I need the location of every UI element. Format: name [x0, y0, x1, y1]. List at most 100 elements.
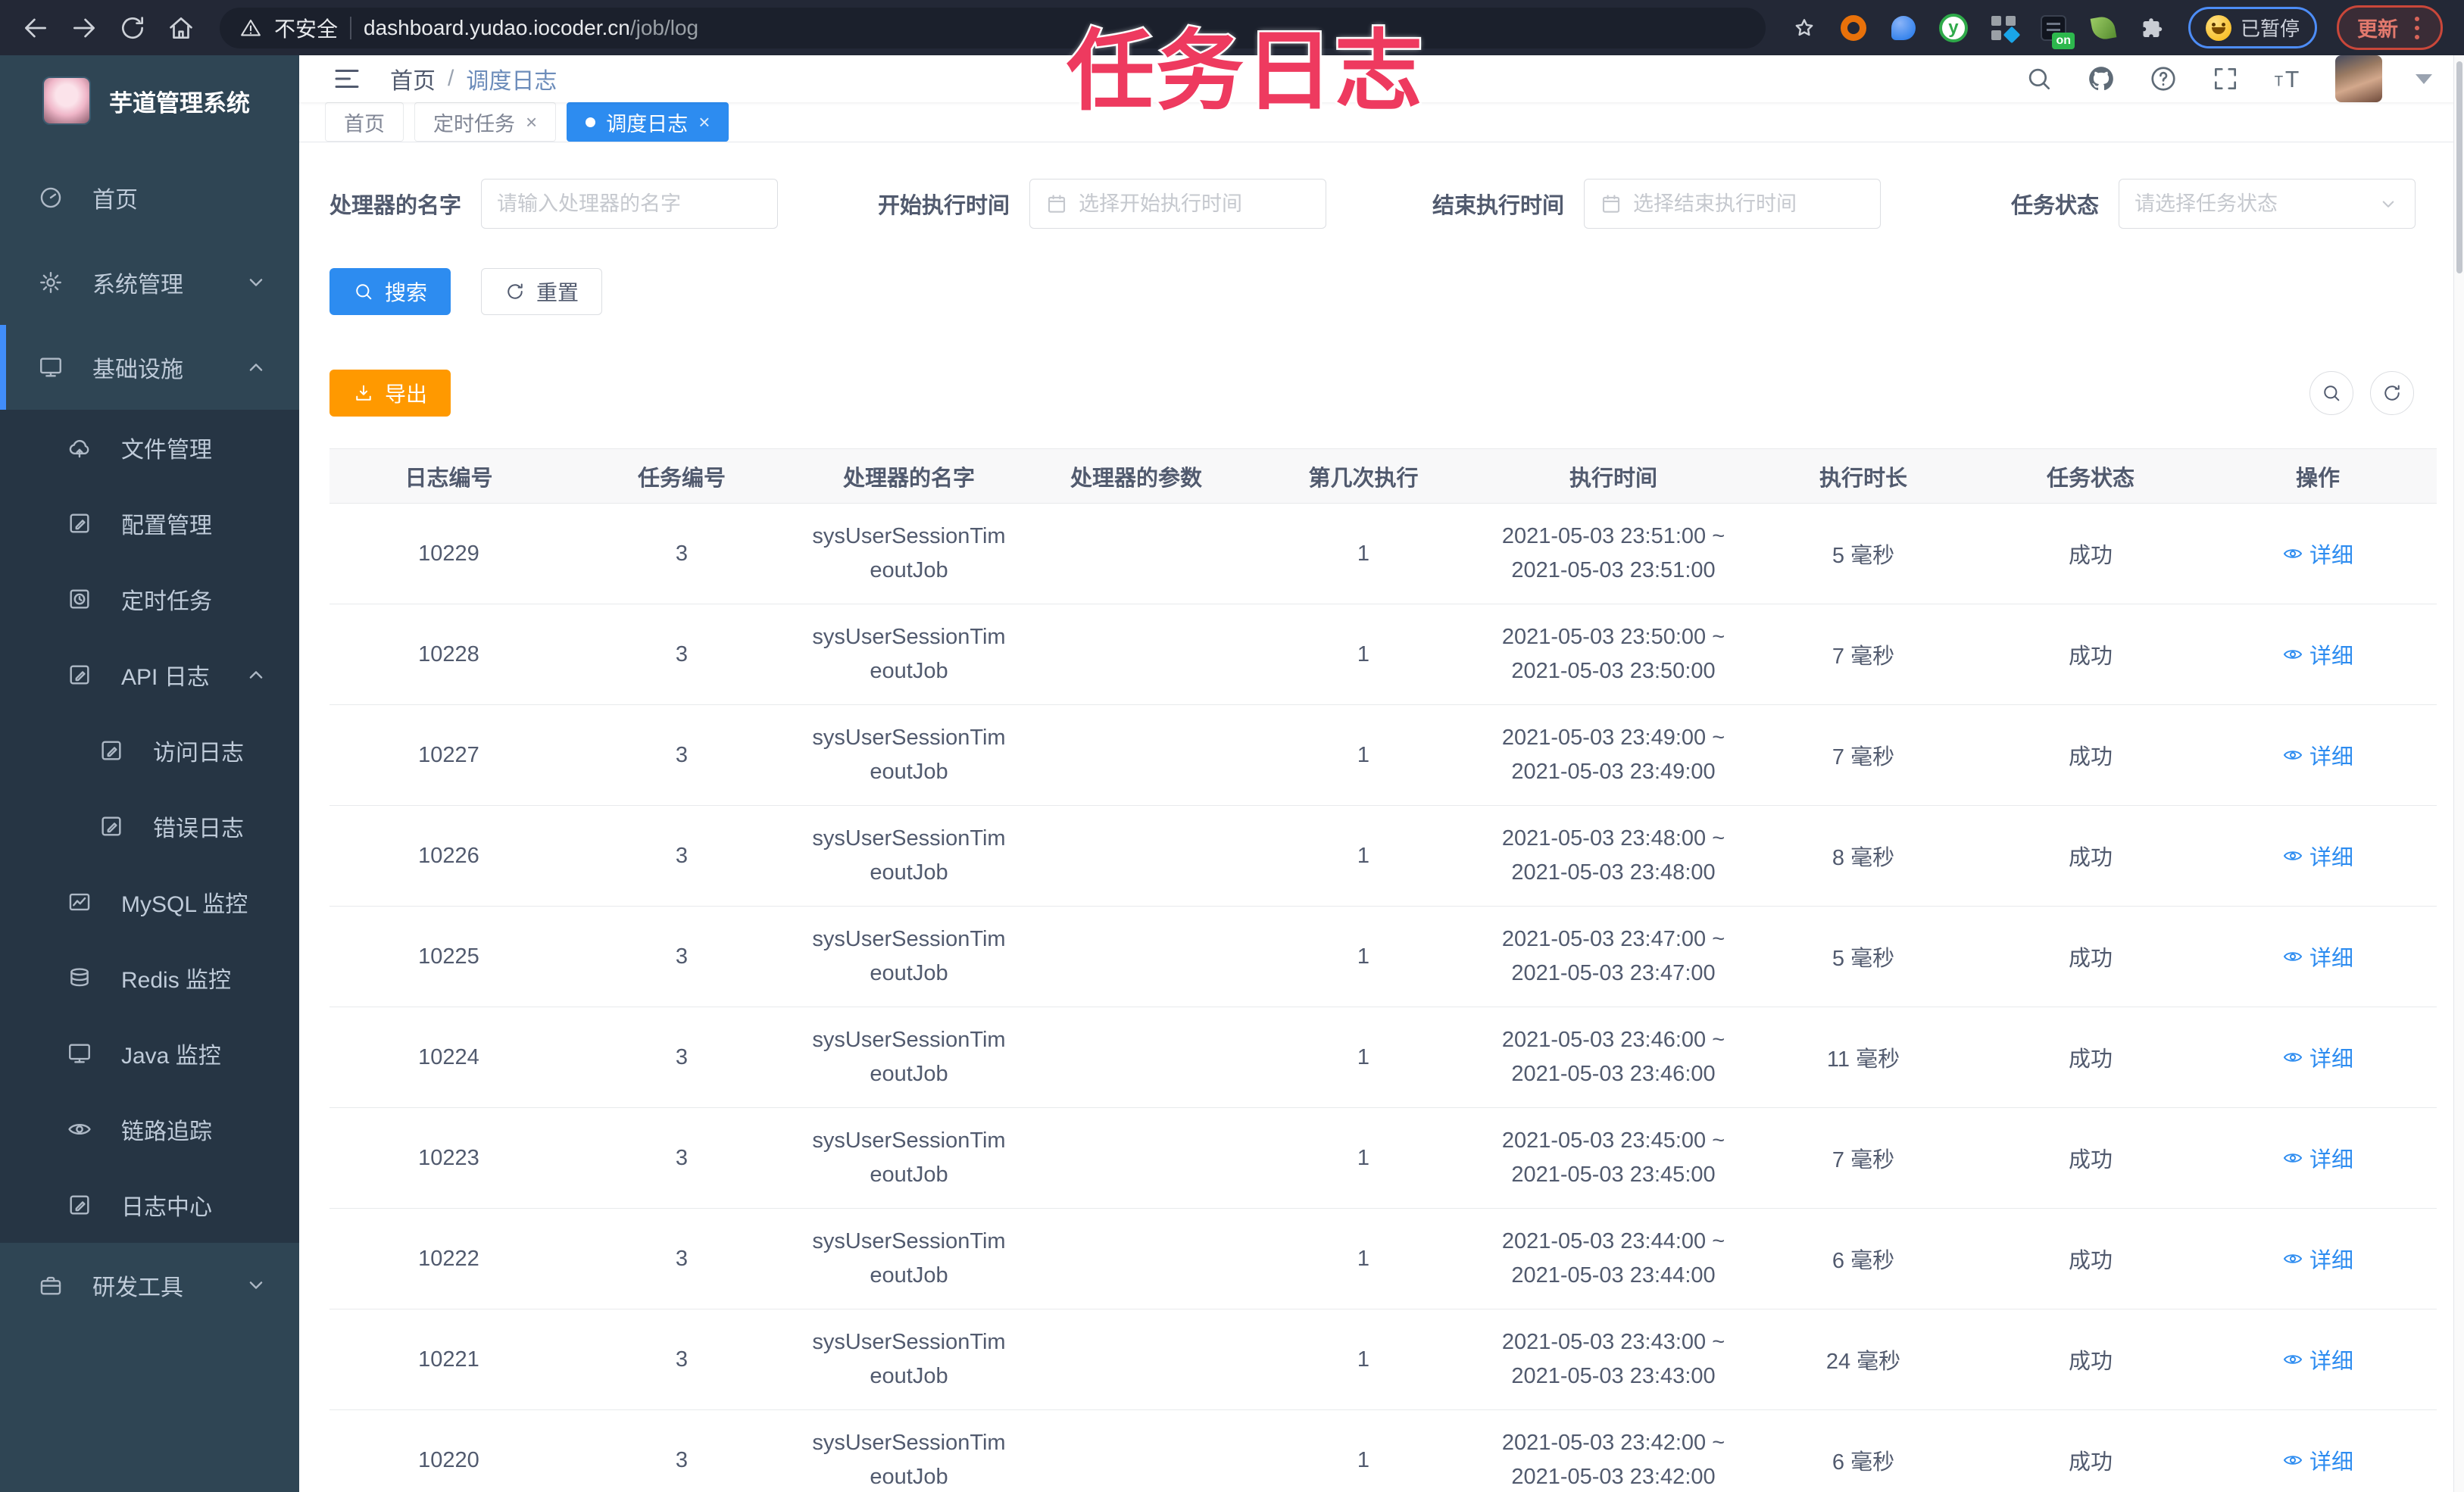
chevron-down-icon	[2382, 201, 2394, 208]
bookmark-star-icon[interactable]	[1791, 15, 1817, 41]
sidebar-item-mysql[interactable]: MySQL 监控	[0, 864, 299, 940]
sidebar-item-log-center[interactable]: 日志中心	[0, 1167, 299, 1243]
handler-input[interactable]	[497, 192, 763, 216]
scrollbar[interactable]	[2453, 55, 2464, 1492]
tab-close-icon[interactable]: ×	[526, 111, 537, 134]
github-icon[interactable]	[2087, 64, 2116, 93]
detail-link[interactable]: 详细	[2282, 1041, 2353, 1073]
svg-text:T: T	[2285, 67, 2299, 92]
extension-on-icon[interactable]: on	[2037, 11, 2075, 49]
sidebar-item-file[interactable]: 文件管理	[0, 410, 299, 485]
sidebar-item-infra[interactable]: 基础设施	[0, 325, 299, 410]
sidebar-item-label: Redis 监控	[121, 968, 232, 993]
column-header: 处理器的名字	[842, 466, 975, 491]
handler-cell: sysUserSessionTimeoutJob	[812, 1330, 1006, 1388]
log-id-cell: 10225	[418, 944, 479, 969]
back-icon[interactable]	[21, 14, 50, 42]
breadcrumb-home[interactable]: 首页	[390, 62, 436, 95]
end-time-input[interactable]	[1633, 192, 1866, 216]
extensions-puzzle-icon[interactable]	[2137, 11, 2170, 45]
toggle-search-button[interactable]	[2309, 371, 2353, 415]
home-icon[interactable]	[167, 14, 195, 42]
browser-menu-icon[interactable]	[2412, 16, 2422, 39]
tab-1[interactable]: 定时任务 ×	[414, 102, 557, 142]
sidebar-item-api-log[interactable]: API 日志	[0, 637, 299, 713]
tab-2[interactable]: 调度日志 ×	[567, 102, 729, 142]
export-button[interactable]: 导出	[329, 370, 451, 417]
scrollbar-thumb[interactable]	[2456, 61, 2462, 273]
sidebar-item-error-log[interactable]: 错误日志	[0, 788, 299, 864]
browser-update-button[interactable]: 更新	[2337, 5, 2443, 50]
log-id-cell: 10228	[418, 641, 479, 666]
detail-link[interactable]: 详细	[2282, 1142, 2353, 1174]
tab-label: 调度日志	[606, 112, 689, 136]
user-avatar[interactable]	[2335, 55, 2382, 102]
extension-grid-icon[interactable]	[1987, 11, 2021, 45]
sidebar-item-home[interactable]: 首页	[0, 155, 299, 240]
sidebar-item-label: MySQL 监控	[121, 892, 248, 917]
column-header: 日志编号	[404, 466, 493, 491]
detail-link[interactable]: 详细	[2282, 840, 2353, 872]
eye-icon	[2283, 951, 2303, 961]
sidebar-item-access-log[interactable]: 访问日志	[0, 713, 299, 788]
help-icon[interactable]	[2149, 64, 2178, 93]
sidebar-item-trace[interactable]: 链路追踪	[0, 1091, 299, 1167]
status-cell: 成功	[2068, 1350, 2113, 1374]
sidebar-item-config[interactable]: 配置管理	[0, 485, 299, 561]
sidebar-item-label: Java 监控	[121, 1044, 221, 1069]
sidebar-item-devtools[interactable]: 研发工具	[0, 1243, 299, 1328]
sidebar-item-label: 错误日志	[153, 816, 244, 841]
reset-button[interactable]: 重置	[481, 268, 603, 315]
detail-link[interactable]: 详细	[2282, 1243, 2353, 1275]
execute-count-cell: 1	[1357, 541, 1370, 566]
search-button[interactable]: 搜索	[329, 268, 451, 315]
status-select[interactable]	[2119, 179, 2416, 229]
forward-icon[interactable]	[70, 14, 98, 42]
detail-link[interactable]: 详细	[2282, 538, 2353, 570]
end-time-label: 结束执行时间	[1432, 194, 1565, 218]
table-row: 10221 3 sysUserSessionTimeoutJob 1 2021-05-0…	[329, 1309, 2437, 1410]
sidebar-item-java[interactable]: Java 监控	[0, 1016, 299, 1091]
action-cell: 详细	[2204, 1243, 2431, 1275]
detail-link[interactable]: 详细	[2282, 739, 2353, 771]
font-size-icon[interactable]: TT	[2273, 64, 2302, 93]
status-select-input[interactable]	[2135, 192, 2367, 216]
extension-leaf-icon[interactable]	[2087, 11, 2120, 45]
extension-orange-icon[interactable]	[1837, 11, 1870, 45]
job-id-cell: 3	[675, 641, 689, 666]
detail-link[interactable]: 详细	[2282, 1444, 2353, 1476]
sidebar-item-system[interactable]: 系统管理	[0, 240, 299, 325]
detail-link[interactable]: 详细	[2282, 1344, 2353, 1375]
action-cell: 详细	[2204, 941, 2431, 973]
caret-down-icon[interactable]	[2416, 73, 2432, 84]
breadcrumb: 首页 / 调度日志	[390, 62, 557, 95]
reload-icon[interactable]	[118, 14, 147, 42]
detail-link[interactable]: 详细	[2282, 638, 2353, 670]
action-cell: 详细	[2204, 739, 2431, 772]
job-id-cell: 3	[675, 944, 689, 969]
refresh-table-button[interactable]	[2370, 371, 2414, 415]
sidebar-item-label: 研发工具	[92, 1275, 183, 1300]
duration-cell: 7 毫秒	[1832, 645, 1895, 669]
start-time-input[interactable]	[1079, 192, 1311, 216]
execute-count-cell: 1	[1357, 843, 1370, 868]
gauge-icon	[40, 187, 61, 208]
extension-blue-icon[interactable]	[1887, 11, 1920, 45]
url-bar[interactable]: 不安全 dashboard.yudao.iocoder.cn/job/log	[220, 7, 1766, 48]
search-icon[interactable]	[2025, 64, 2053, 93]
sidebar-item-redis[interactable]: Redis 监控	[0, 940, 299, 1016]
app-logo-row[interactable]: 芋道管理系统	[0, 55, 299, 155]
sidebar-collapse-icon[interactable]	[331, 63, 363, 95]
fullscreen-icon[interactable]	[2211, 64, 2240, 93]
profile-paused-chip[interactable]: 已暂停	[2188, 7, 2317, 48]
execute-count-cell: 1	[1357, 944, 1370, 969]
handler-cell: sysUserSessionTimeoutJob	[812, 1028, 1006, 1086]
job-id-cell: 3	[675, 541, 689, 566]
column-header: 执行时间	[1569, 466, 1657, 491]
extension-green-y-icon[interactable]: y	[1937, 11, 1970, 45]
tab-0[interactable]: 首页	[325, 102, 404, 142]
detail-link[interactable]: 详细	[2282, 941, 2353, 972]
sidebar-item-job[interactable]: 定时任务	[0, 561, 299, 637]
tab-close-icon[interactable]: ×	[698, 111, 710, 134]
execute-time-cell: 2021-05-03 23:45:00 ~2021-05-03 23:45:00	[1501, 1128, 1725, 1187]
